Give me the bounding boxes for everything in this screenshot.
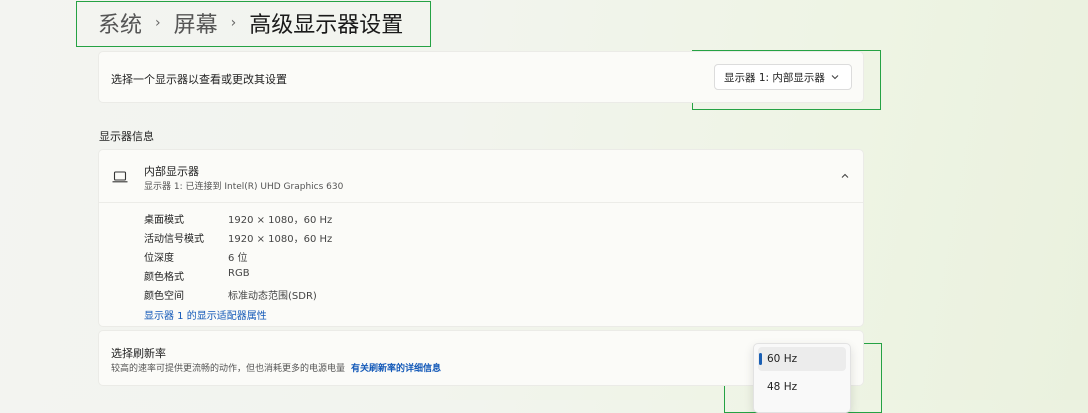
property-row-desktop-mode: 桌面模式 1920 × 1080，60 Hz	[144, 215, 333, 226]
laptop-icon	[112, 171, 128, 183]
property-row-color-format: 颜色格式 RGB	[144, 268, 250, 283]
adapter-properties-link[interactable]: 显示器 1 的显示适配器属性	[144, 307, 267, 322]
display-info-header[interactable]: 内部显示器 显示器 1: 已连接到 Intel(R) UHD Graphics …	[99, 150, 863, 203]
refresh-rate-title: 选择刷新率	[111, 347, 166, 360]
display-select-value: 显示器 1: 内部显示器	[724, 71, 825, 84]
property-row-color-space: 颜色空间 标准动态范围(SDR)	[144, 291, 317, 302]
breadcrumb-item-display[interactable]: 屏幕	[174, 7, 218, 39]
section-title-display-info: 显示器信息	[99, 130, 154, 143]
refresh-rate-info-link[interactable]: 有关刷新率的详细信息	[351, 361, 441, 374]
property-row-active-signal: 活动信号模式 1920 × 1080，60 Hz	[144, 234, 333, 245]
display-name: 内部显示器	[144, 165, 199, 178]
chevron-up-icon[interactable]	[839, 170, 851, 182]
display-select-dropdown[interactable]: 显示器 1: 内部显示器	[714, 64, 852, 90]
chevron-right-icon: ›	[230, 15, 237, 31]
refresh-option-60hz[interactable]: 60 Hz	[758, 347, 846, 371]
refresh-rate-description: 较高的速率可提供更流畅的动作，但也消耗更多的电源电量 有关刷新率的详细信息	[111, 361, 441, 374]
refresh-option-48hz[interactable]: 48 Hz	[758, 375, 846, 399]
breadcrumb: 系统 › 屏幕 › 高级显示器设置	[98, 6, 403, 40]
refresh-rate-flyout: 60 Hz 48 Hz	[753, 343, 851, 413]
refresh-rate-card: 选择刷新率 较高的速率可提供更流畅的动作，但也消耗更多的电源电量 有关刷新率的详…	[98, 330, 864, 386]
page-title: 高级显示器设置	[249, 13, 404, 38]
select-display-label: 选择一个显示器以查看或更改其设置	[111, 73, 287, 86]
property-row-bit-depth: 位深度 6 位	[144, 253, 248, 264]
chevron-right-icon: ›	[155, 15, 161, 31]
chevron-down-icon	[831, 75, 839, 80]
display-info-card: 内部显示器 显示器 1: 已连接到 Intel(R) UHD Graphics …	[98, 149, 864, 327]
breadcrumb-item-system[interactable]: 系统	[98, 7, 142, 39]
display-connection: 显示器 1: 已连接到 Intel(R) UHD Graphics 630	[144, 182, 344, 192]
